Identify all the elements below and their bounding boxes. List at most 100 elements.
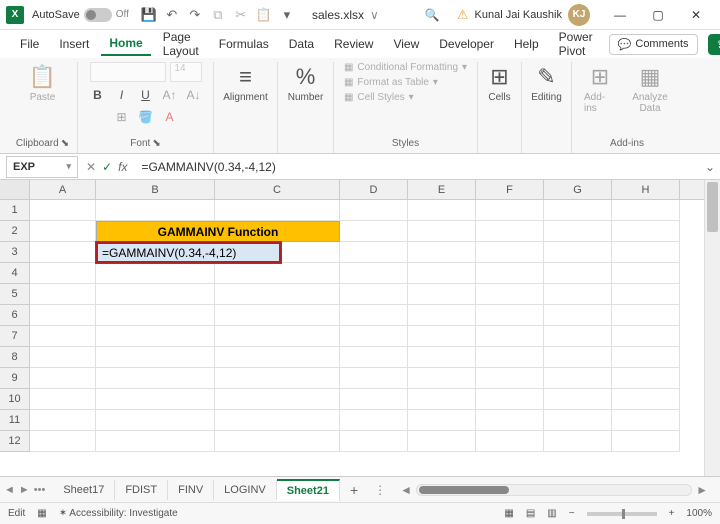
editing-button[interactable]: ✎ Editing (527, 62, 566, 105)
grid-cell[interactable] (215, 305, 340, 326)
grid-cell[interactable] (408, 347, 476, 368)
save-icon[interactable]: 💾 (141, 7, 157, 23)
menu-insert[interactable]: Insert (51, 33, 97, 55)
font-family-select[interactable] (90, 62, 166, 82)
grid-cell[interactable] (30, 368, 96, 389)
grid-cell[interactable] (215, 410, 340, 431)
user-avatar[interactable]: KJ (568, 4, 590, 26)
grid-cell[interactable] (544, 200, 612, 221)
menu-file[interactable]: File (12, 33, 47, 55)
grid-cell[interactable] (476, 200, 544, 221)
row-header-1[interactable]: 1 (0, 200, 30, 221)
grid-cell[interactable] (96, 284, 215, 305)
grid-cell[interactable] (96, 431, 215, 452)
sheet-tab-fdist[interactable]: FDIST (115, 480, 168, 500)
view-page-break-icon[interactable]: ▥ (547, 508, 556, 519)
col-header-d[interactable]: D (340, 180, 408, 199)
row-header-6[interactable]: 6 (0, 305, 30, 326)
row-header-10[interactable]: 10 (0, 389, 30, 410)
grid-cell[interactable] (408, 410, 476, 431)
grid-cell[interactable] (340, 347, 408, 368)
grid-cell[interactable] (612, 242, 680, 263)
grid-cell[interactable] (340, 368, 408, 389)
redo-icon[interactable]: ↷ (187, 7, 203, 23)
grid-cell[interactable] (544, 368, 612, 389)
col-header-h[interactable]: H (612, 180, 680, 199)
grid-cell[interactable] (544, 284, 612, 305)
accessibility-status[interactable]: ✶ Accessibility: Investigate (59, 508, 178, 519)
paste-icon[interactable]: 📋 (256, 7, 272, 23)
tab-nav-prev[interactable]: ◄ (4, 484, 15, 496)
close-button[interactable]: ✕ (678, 1, 714, 29)
view-normal-icon[interactable]: ▦ (504, 508, 513, 519)
horizontal-scrollbar[interactable] (416, 484, 692, 496)
grid-cell[interactable] (612, 200, 680, 221)
grid-cell[interactable] (612, 347, 680, 368)
vertical-scrollbar[interactable] (704, 180, 720, 476)
grid-cell[interactable] (340, 410, 408, 431)
sheet-tab-finv[interactable]: FINV (168, 480, 214, 500)
col-header-g[interactable]: G (544, 180, 612, 199)
grid-cell[interactable] (544, 389, 612, 410)
col-header-f[interactable]: F (476, 180, 544, 199)
autosave-toggle[interactable]: AutoSave Off (32, 8, 129, 22)
addins-button[interactable]: ⊞ Add-ins (580, 62, 620, 116)
view-page-layout-icon[interactable]: ▤ (526, 508, 535, 519)
share-button[interactable]: ⇪ (708, 34, 720, 55)
grid-cell[interactable] (30, 263, 96, 284)
row-header-12[interactable]: 12 (0, 431, 30, 452)
grid-cell[interactable] (408, 389, 476, 410)
grid-cell[interactable] (340, 242, 408, 263)
expand-formula-bar-icon[interactable]: ⌄ (700, 160, 720, 174)
zoom-in-icon[interactable]: + (669, 508, 675, 519)
grid-cell[interactable] (476, 242, 544, 263)
grid-cell[interactable] (340, 200, 408, 221)
qat-dropdown-icon[interactable]: ▾ (279, 7, 295, 23)
grid-cell[interactable] (30, 242, 96, 263)
menu-review[interactable]: Review (326, 33, 381, 55)
grid-cell[interactable] (96, 347, 215, 368)
grid-cell[interactable] (30, 389, 96, 410)
row-header-8[interactable]: 8 (0, 347, 30, 368)
grid-cell[interactable] (215, 284, 340, 305)
hscroll-right-icon[interactable]: ► (696, 483, 708, 497)
grid-cell[interactable] (612, 305, 680, 326)
grid-cell[interactable] (340, 305, 408, 326)
fill-color-button[interactable]: 🪣 (137, 108, 155, 126)
grid-cell[interactable] (476, 389, 544, 410)
grid-cell[interactable] (408, 242, 476, 263)
maximize-button[interactable]: ▢ (640, 1, 676, 29)
grid-cell[interactable] (340, 389, 408, 410)
menu-view[interactable]: View (385, 33, 427, 55)
grid-cell[interactable] (612, 431, 680, 452)
search-icon[interactable]: 🔍 (425, 8, 440, 22)
grid-cell[interactable] (544, 410, 612, 431)
copy-icon[interactable]: ⧉ (210, 7, 226, 23)
grid-cell[interactable] (215, 263, 340, 284)
bold-button[interactable]: B (89, 86, 107, 104)
grid-cell[interactable] (96, 326, 215, 347)
grid-cell[interactable] (476, 305, 544, 326)
comments-button[interactable]: 💬 Comments (609, 34, 698, 55)
col-header-a[interactable]: A (30, 180, 96, 199)
formula-input[interactable]: =GAMMAINV(0.34,-4,12) (135, 160, 700, 174)
grid-cell[interactable] (96, 368, 215, 389)
cells-button[interactable]: ⊞ Cells (484, 62, 514, 105)
row-header-11[interactable]: 11 (0, 410, 30, 431)
grid-cell[interactable] (544, 347, 612, 368)
stats-icon[interactable]: ▦ (37, 508, 46, 519)
grid-cell[interactable] (340, 326, 408, 347)
grid-cell[interactable] (612, 284, 680, 305)
paste-button[interactable]: 📋 Paste (25, 62, 60, 105)
underline-button[interactable]: U (137, 86, 155, 104)
font-color-button[interactable]: A (161, 108, 179, 126)
menu-data[interactable]: Data (281, 33, 322, 55)
decrease-font-icon[interactable]: A↓ (185, 86, 203, 104)
grid-cell[interactable] (340, 221, 408, 242)
grid-cell[interactable] (215, 368, 340, 389)
grid-cell[interactable] (215, 347, 340, 368)
border-button[interactable]: ⊞ (113, 108, 131, 126)
grid-cell[interactable] (408, 284, 476, 305)
row-header-5[interactable]: 5 (0, 284, 30, 305)
name-box[interactable]: EXP▾ (6, 156, 78, 178)
